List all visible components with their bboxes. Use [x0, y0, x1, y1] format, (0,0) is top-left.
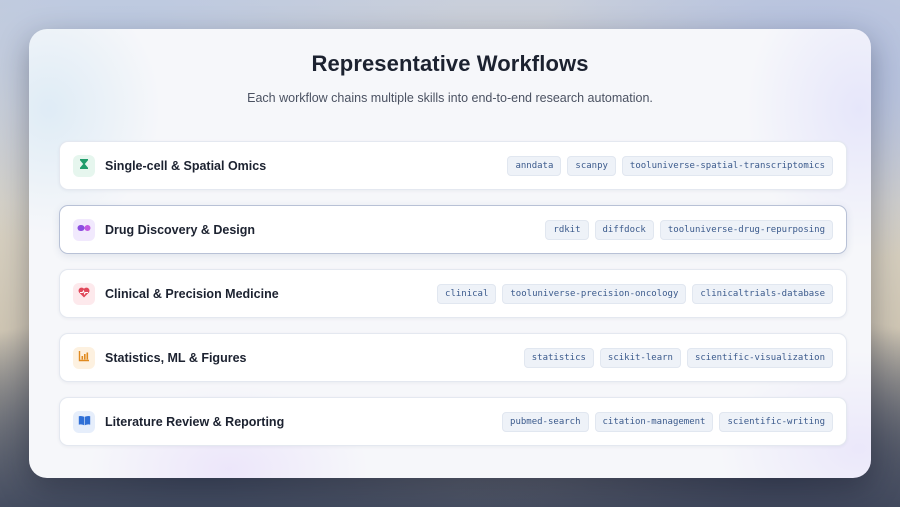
- bar-chart-icon: [78, 349, 90, 367]
- skill-tags: pubmed-search citation-management scient…: [502, 411, 833, 432]
- skill-tag[interactable]: citation-management: [594, 411, 714, 432]
- skill-tags: clinical tooluniverse-precision-oncology…: [437, 283, 833, 304]
- skill-tag[interactable]: statistics: [523, 347, 594, 368]
- workflow-row-literature[interactable]: Literature Review & Reporting pubmed-sea…: [59, 397, 847, 446]
- skill-tag[interactable]: clinical: [437, 283, 497, 304]
- workflow-row-statistics[interactable]: Statistics, ML & Figures statistics scik…: [59, 333, 847, 382]
- workflow-label: Single-cell & Spatial Omics: [105, 158, 267, 173]
- skill-tags: rdkit diffdock tooluniverse-drug-repurpo…: [545, 219, 833, 240]
- book-icon: [78, 413, 91, 431]
- page-title: Representative Workflows: [311, 51, 589, 76]
- skill-tag[interactable]: rdkit: [545, 219, 589, 240]
- icon-badge: [73, 282, 95, 305]
- workflow-list: Single-cell & Spatial Omics anndata scan…: [59, 141, 847, 461]
- workflow-label: Statistics, ML & Figures: [105, 350, 247, 365]
- workflow-row-drug-discovery[interactable]: Drug Discovery & Design rdkit diffdock t…: [59, 205, 847, 254]
- skill-tag[interactable]: tooluniverse-precision-oncology: [502, 283, 687, 304]
- skill-tag[interactable]: scientific-visualization: [686, 347, 833, 368]
- skill-tag[interactable]: scientific-writing: [719, 411, 833, 432]
- hourglass-icon: [78, 157, 90, 175]
- icon-badge: [73, 410, 95, 433]
- workflows-card: Representative Workflows Each workflow c…: [29, 29, 871, 478]
- skill-tag[interactable]: diffdock: [594, 219, 654, 240]
- skill-tag[interactable]: tooluniverse-drug-repurposing: [659, 219, 833, 240]
- skill-tag[interactable]: scanpy: [567, 155, 616, 176]
- icon-badge: [73, 218, 95, 241]
- skill-tag[interactable]: anndata: [507, 155, 562, 176]
- skill-tags: statistics scikit-learn scientific-visua…: [523, 347, 833, 368]
- icon-badge: [73, 346, 95, 369]
- skill-tag[interactable]: pubmed-search: [502, 411, 589, 432]
- workflow-label: Clinical & Precision Medicine: [105, 286, 279, 301]
- workflow-label: Drug Discovery & Design: [105, 222, 256, 237]
- heart-pulse-icon: [78, 285, 90, 303]
- workflow-label: Literature Review & Reporting: [105, 414, 285, 429]
- page-subtitle: Each workflow chains multiple skills int…: [247, 91, 653, 105]
- icon-badge: [73, 154, 95, 177]
- skill-tag[interactable]: scikit-learn: [599, 347, 681, 368]
- workflow-row-single-cell[interactable]: Single-cell & Spatial Omics anndata scan…: [59, 141, 847, 190]
- skill-tags: anndata scanpy tooluniverse-spatial-tran…: [507, 155, 833, 176]
- workflow-row-clinical[interactable]: Clinical & Precision Medicine clinical t…: [59, 269, 847, 318]
- skill-tag[interactable]: tooluniverse-spatial-transcriptomics: [621, 155, 833, 176]
- skill-tag[interactable]: clinicaltrials-database: [692, 283, 833, 304]
- pills-icon: [77, 221, 91, 239]
